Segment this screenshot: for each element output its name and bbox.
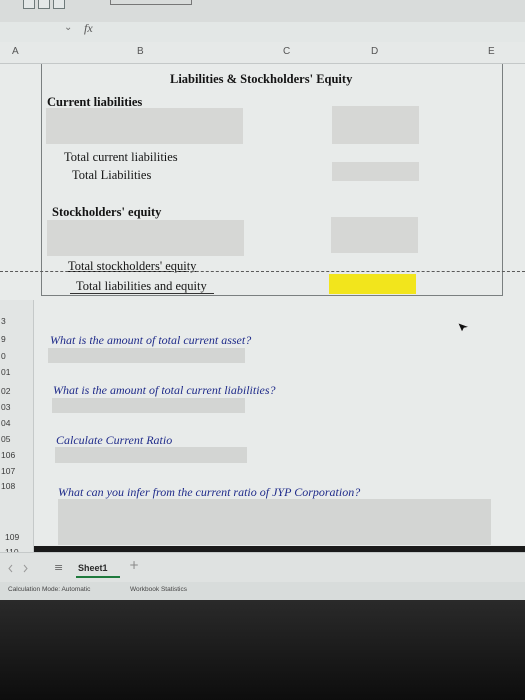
active-tab-indicator	[76, 576, 120, 578]
answer-current-ratio[interactable]	[55, 447, 247, 463]
row-number[interactable]: 108	[1, 481, 15, 491]
workbook-statistics-button[interactable]: Workbook Statistics	[130, 586, 187, 593]
toolbar-element	[110, 0, 192, 5]
chevron-down-icon[interactable]: ⌄	[64, 22, 72, 33]
row-number[interactable]: 3	[1, 316, 6, 326]
stockholders-equity-label[interactable]: Stockholders' equity	[52, 205, 161, 220]
window-top-strip	[0, 0, 525, 22]
highlighted-total-cell[interactable]	[329, 274, 416, 294]
column-header-e[interactable]: E	[488, 46, 495, 57]
sheet-list-menu-icon[interactable]: ≡	[54, 561, 63, 574]
row-number[interactable]: 03	[1, 402, 10, 412]
section-title[interactable]: Liabilities & Stockholders' Equity	[170, 72, 352, 87]
question-total-current-liabilities[interactable]: What is the amount of total current liab…	[53, 383, 276, 398]
question-infer-current-ratio[interactable]: What can you infer from the current rati…	[58, 485, 360, 500]
tab-scroll-arrows-icon[interactable]	[8, 564, 30, 573]
copy-selection-dashed-border	[0, 271, 525, 272]
input-cell-equity-amount[interactable]	[331, 217, 418, 253]
total-liabilities-label[interactable]: Total Liabilities	[72, 168, 151, 183]
row-number[interactable]: 01	[1, 367, 10, 377]
column-header-c[interactable]: C	[283, 46, 290, 57]
input-cell-liabilities[interactable]	[46, 108, 243, 144]
underline-rule	[70, 293, 214, 294]
total-current-liabilities-cell[interactable]	[332, 162, 419, 181]
calculation-mode-status[interactable]: Calculation Mode: Automatic	[8, 586, 90, 593]
question-total-current-asset[interactable]: What is the amount of total current asse…	[50, 333, 251, 348]
column-header-a[interactable]: A	[12, 46, 19, 57]
mouse-pointer-icon	[457, 322, 471, 333]
answer-total-current-asset[interactable]	[48, 348, 245, 363]
question-current-ratio[interactable]: Calculate Current Ratio	[56, 433, 172, 448]
toolbar-box	[38, 0, 50, 9]
row-number[interactable]: 02	[1, 386, 10, 396]
row-number[interactable]: 04	[1, 418, 10, 428]
fx-icon[interactable]: fx	[84, 21, 93, 36]
add-sheet-button[interactable]: +	[129, 558, 139, 572]
column-header-d[interactable]: D	[371, 46, 378, 57]
row-number[interactable]: 109	[5, 532, 19, 542]
answer-infer-current-ratio[interactable]	[58, 499, 491, 545]
input-cell-liabilities-amount[interactable]	[332, 106, 419, 144]
input-cell-equity[interactable]	[47, 220, 244, 256]
row-number[interactable]: 9	[1, 334, 6, 344]
total-current-liabilities-label[interactable]: Total current liabilities	[64, 150, 178, 165]
answer-total-current-liabilities[interactable]	[52, 398, 245, 413]
row-number[interactable]: 106	[1, 450, 15, 460]
tab-sheet1[interactable]: Sheet1	[78, 563, 108, 573]
toolbar-box	[53, 0, 65, 9]
total-liabilities-and-equity-label[interactable]: Total liabilities and equity	[76, 279, 207, 294]
column-header-b[interactable]: B	[137, 46, 144, 57]
toolbar-box	[23, 0, 35, 9]
screen-bezel	[0, 600, 525, 700]
row-number[interactable]: 107	[1, 466, 15, 476]
formula-bar[interactable]	[0, 22, 525, 42]
row-number[interactable]: 05	[1, 434, 10, 444]
column-header-bar	[0, 42, 525, 64]
row-number[interactable]: 0	[1, 351, 6, 361]
